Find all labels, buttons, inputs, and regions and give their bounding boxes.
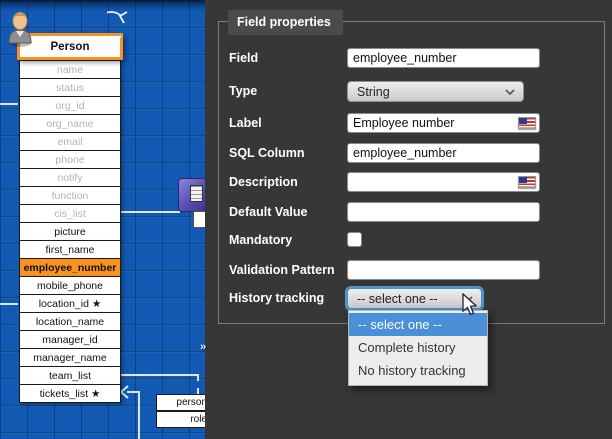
entity-field-notify[interactable]: notify — [19, 168, 121, 187]
entity-field-manager-id[interactable]: manager_id — [19, 330, 121, 349]
entity-field-status[interactable]: status — [19, 78, 121, 97]
sub-entity-field-person[interactable]: person — [156, 394, 205, 411]
entity-field-picture[interactable]: picture — [19, 222, 121, 241]
description-label: Description — [229, 175, 341, 189]
sub-entity-field-role[interactable]: role — [156, 411, 205, 428]
panel-splitter-handle[interactable]: » — [200, 342, 206, 353]
label-input[interactable] — [347, 113, 540, 133]
us-flag-icon[interactable] — [518, 176, 536, 188]
field-input[interactable] — [347, 48, 540, 68]
history-tracking-select-value: -- select one -- — [357, 292, 438, 306]
default-value-label: Default Value — [229, 205, 341, 219]
type-select-value: String — [357, 85, 390, 99]
panel-title: Field properties — [228, 10, 343, 35]
entity-field-org-id[interactable]: org_id — [19, 96, 121, 115]
connector-line — [0, 303, 18, 305]
entity-field-phone[interactable]: phone — [19, 150, 121, 169]
person-icon — [5, 9, 35, 47]
connector-line — [121, 374, 199, 376]
computer-screen — [190, 185, 203, 202]
connector-line — [121, 211, 180, 213]
history-tracking-label: History tracking — [229, 291, 341, 305]
entity-field-org-name[interactable]: org_name — [19, 114, 121, 133]
dropdown-option-no-history-tracking[interactable]: No history tracking — [349, 359, 487, 382]
validation-pattern-input[interactable] — [347, 260, 540, 280]
label-label: Label — [229, 116, 341, 130]
description-input-wrap — [347, 172, 540, 192]
connector-line-dashed — [197, 375, 199, 394]
default-value-input[interactable] — [347, 202, 540, 222]
application-window: Person name status org_id org_name email… — [0, 0, 612, 439]
mandatory-label: Mandatory — [229, 233, 341, 247]
dropdown-option-complete-history[interactable]: Complete history — [349, 336, 487, 359]
entity-field-employee-number[interactable]: employee_number — [19, 258, 121, 277]
sql-column-input[interactable] — [347, 143, 540, 163]
entity-title: Person — [51, 41, 90, 53]
entity-field-name[interactable]: name — [19, 60, 121, 79]
description-input[interactable] — [347, 172, 540, 192]
entity-field-location-id[interactable]: location_id ★ — [19, 294, 121, 313]
type-label: Type — [229, 84, 341, 98]
entity-field-email[interactable]: email — [19, 132, 121, 151]
entity-field-team-list[interactable]: team_list — [19, 366, 121, 385]
self-reference-loop-icon — [107, 4, 151, 48]
chevron-down-icon — [505, 89, 515, 95]
mandatory-checkbox[interactable] — [347, 232, 362, 247]
entity-field-location-name[interactable]: location_name — [19, 312, 121, 331]
entity-field-manager-name[interactable]: manager_name — [19, 348, 121, 367]
field-label: Field — [229, 51, 341, 65]
connector-line — [138, 392, 140, 439]
entity-field-first-name[interactable]: first_name — [19, 240, 121, 259]
entity-field-function[interactable]: function — [19, 186, 121, 205]
entity-field-tickets-list[interactable]: tickets_list ★ — [19, 384, 121, 403]
us-flag-icon[interactable] — [518, 117, 536, 129]
computer-icon — [178, 178, 205, 212]
mouse-cursor — [461, 293, 479, 317]
sql-column-label: SQL Column — [229, 146, 341, 160]
history-tracking-dropdown: -- select one -- Complete history No his… — [348, 310, 488, 386]
connector-line — [0, 103, 18, 105]
label-input-wrap — [347, 113, 540, 133]
entity-field-cis-list[interactable]: cis_list — [19, 204, 121, 223]
field-properties-panel: Field properties Field Type String Label… — [205, 0, 612, 439]
diagram-canvas[interactable]: Person name status org_id org_name email… — [0, 0, 205, 439]
entity-field-mobile-phone[interactable]: mobile_phone — [19, 276, 121, 295]
document-icon — [193, 211, 205, 228]
type-select[interactable]: String — [347, 81, 524, 102]
validation-pattern-label: Validation Pattern — [229, 263, 341, 277]
